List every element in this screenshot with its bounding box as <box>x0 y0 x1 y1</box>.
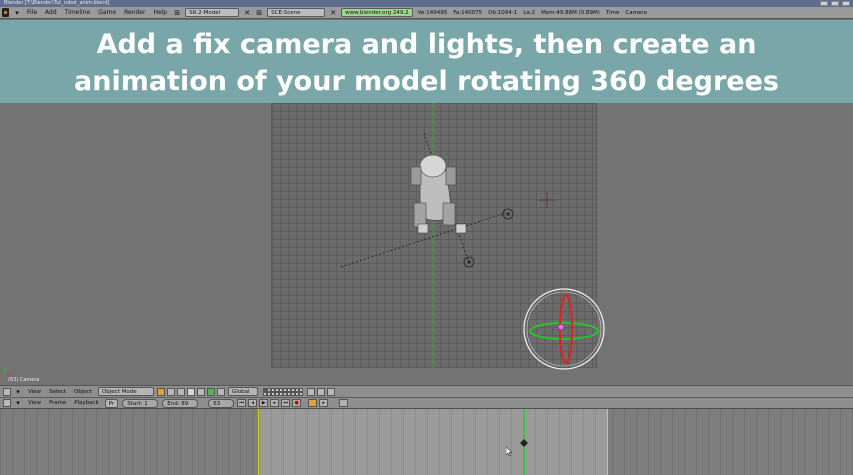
mode-dropdown[interactable]: Object Mode <box>97 387 154 396</box>
stat-vertices: Ve:149495 <box>417 9 448 16</box>
3d-cursor-icon <box>539 192 555 208</box>
menu-select[interactable]: Select <box>49 389 66 395</box>
menu-playback[interactable]: Playback <box>74 400 99 406</box>
opengl-render-icon[interactable] <box>326 387 335 396</box>
timeline-header: ▾ View Frame Playback Pr Start: 1 End: 8… <box>0 397 853 409</box>
timeline-end-marker <box>607 409 608 475</box>
stat-objects: Ob:1094-1 <box>488 9 518 16</box>
editor-type-icon[interactable] <box>3 387 11 396</box>
draw-type-icon[interactable] <box>156 387 165 396</box>
start-frame-field[interactable]: Start: 1 <box>122 398 159 408</box>
chevron-down-icon[interactable]: ▾ <box>14 399 22 407</box>
menu-timeline[interactable]: Timeline <box>65 7 91 19</box>
caption-line-2: animation of your model rotating 360 deg… <box>74 66 779 97</box>
chevron-down-icon[interactable]: ▾ <box>14 388 22 396</box>
record-icon[interactable]: ● <box>292 399 302 407</box>
stat-lamps: La:2 <box>523 9 536 16</box>
caption-line-1: Add a fix camera and lights, then create… <box>96 29 757 60</box>
menu-frame[interactable]: Frame <box>49 400 66 406</box>
3d-viewport[interactable]: (63) Camera <box>0 103 853 385</box>
blender-logo-icon[interactable] <box>2 8 9 17</box>
chevron-down-icon[interactable]: ▾ <box>13 9 21 17</box>
scene-close-icon[interactable]: ✕ <box>329 9 337 17</box>
scene-overlay <box>340 103 605 370</box>
menu-game[interactable]: Game <box>98 7 116 19</box>
minimize-button[interactable] <box>820 1 828 6</box>
sync-icon[interactable] <box>339 399 349 407</box>
render-preview-icon[interactable] <box>316 387 325 396</box>
timeline-start-marker <box>258 409 259 475</box>
lock-icon[interactable] <box>306 387 315 396</box>
stat-time: Time <box>605 9 620 16</box>
menu-file[interactable]: File <box>27 7 37 19</box>
stat-active-object: Camera <box>625 9 648 16</box>
blender-url-link[interactable]: www.blender.org 249.2 <box>341 8 413 17</box>
scene-browse-icon[interactable]: ⊞ <box>255 9 263 17</box>
screen-close-icon[interactable]: ✕ <box>243 9 251 17</box>
mouse-cursor-icon <box>506 447 512 456</box>
screen-name-field[interactable]: SR:2-Model <box>185 8 240 17</box>
stat-faces: Fa:140075 <box>453 9 483 16</box>
blender-window: Blender [T:\Blender\Tut_robot_anim.blend… <box>0 0 853 475</box>
menu-add[interactable]: Add <box>45 7 57 19</box>
window-title: Blender [T:\Blender\Tut_robot_anim.blend… <box>4 0 110 6</box>
translate-manipulator-icon[interactable] <box>196 387 205 396</box>
maximize-button[interactable] <box>831 1 839 6</box>
screen-browse-icon[interactable]: ⊞ <box>173 9 181 17</box>
jump-to-start-icon[interactable]: ⏮ <box>237 399 247 407</box>
viewport-frame-label: (63) Camera <box>8 377 40 383</box>
editor-type-icon[interactable] <box>3 399 11 407</box>
info-header: ▾ File Add Timeline Game Render Help ⊞ S… <box>0 7 853 19</box>
stat-memory: Mem:49.88M (0.89M) <box>541 9 600 16</box>
lamp-1[interactable] <box>502 208 514 220</box>
jump-prev-key-icon[interactable]: ◂ <box>248 399 258 407</box>
menu-view[interactable]: View <box>28 389 41 395</box>
layer-buttons[interactable] <box>262 387 303 396</box>
menu-render[interactable]: Render <box>124 7 145 19</box>
window-controls <box>820 0 850 7</box>
axis-orientation-icon <box>4 368 12 376</box>
preview-range-toggle[interactable]: Pr <box>104 398 119 408</box>
current-frame-field[interactable]: 63 <box>208 398 235 408</box>
menu-object[interactable]: Object <box>74 389 92 395</box>
menu-help[interactable]: Help <box>153 7 167 19</box>
tutorial-caption-banner: Add a fix camera and lights, then create… <box>0 20 853 103</box>
scene-name-field[interactable]: SCE:Scene <box>267 8 326 17</box>
end-frame-field[interactable]: End: 89 <box>162 398 199 408</box>
pivot-options-icon[interactable] <box>176 387 185 396</box>
lamp-2[interactable] <box>463 256 475 268</box>
scale-manipulator-icon[interactable] <box>216 387 225 396</box>
jump-next-key-icon[interactable]: ▸ <box>270 399 280 407</box>
robot-model[interactable] <box>410 154 467 234</box>
jump-to-end-icon[interactable]: ⏭ <box>281 399 291 407</box>
timeline-frame-range <box>259 409 608 475</box>
menu-view[interactable]: View <box>28 400 41 406</box>
viewport-header: ▾ View Select Object Object Mode Global <box>0 385 853 397</box>
keyframe-icon[interactable] <box>308 399 318 407</box>
manipulator-toggle-icon[interactable] <box>186 387 195 396</box>
rotate-manipulator-icon[interactable] <box>206 387 215 396</box>
keying-set-icon[interactable]: ▸ <box>319 399 329 407</box>
close-button[interactable] <box>842 1 850 6</box>
play-icon[interactable]: ▶ <box>259 399 269 407</box>
rotate-manipulator-gizmo[interactable] <box>523 288 605 370</box>
keyframe-marker-icon <box>520 439 528 447</box>
orientation-dropdown[interactable]: Global <box>227 387 258 396</box>
timeline-area[interactable] <box>0 409 853 475</box>
pivot-icon[interactable] <box>166 387 175 396</box>
